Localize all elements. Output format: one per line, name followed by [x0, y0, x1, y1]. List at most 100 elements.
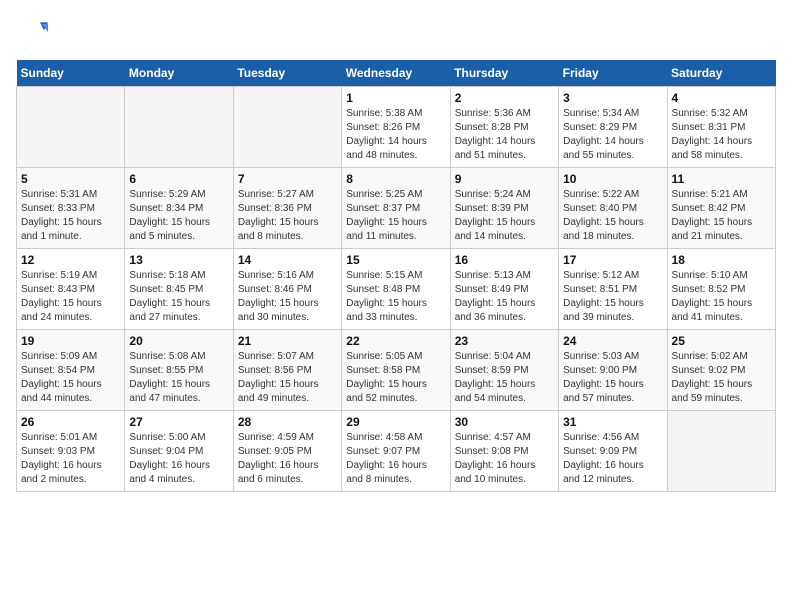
day-number: 16: [455, 253, 554, 267]
day-info: Sunrise: 5:09 AMSunset: 8:54 PMDaylight:…: [21, 350, 120, 406]
day-info: Sunrise: 5:36 AMSunset: 8:28 PMDaylight:…: [455, 107, 554, 163]
day-number: 11: [672, 172, 771, 186]
day-info: Sunrise: 5:22 AMSunset: 8:40 PMDaylight:…: [563, 188, 662, 244]
page-header: [16, 16, 776, 48]
day-info: Sunrise: 5:00 AMSunset: 9:04 PMDaylight:…: [129, 431, 228, 487]
day-number: 1: [346, 91, 445, 105]
day-cell: 7 Sunrise: 5:27 AMSunset: 8:36 PMDaylight…: [233, 168, 341, 249]
day-cell: 21 Sunrise: 5:07 AMSunset: 8:56 PMDayligh…: [233, 330, 341, 411]
day-cell: 31 Sunrise: 4:56 AMSunset: 9:09 PMDayligh…: [559, 411, 667, 492]
day-number: 5: [21, 172, 120, 186]
day-cell: 17Sunrise: 5:12 AMSunset: 8:51 PMDayligh…: [559, 249, 667, 330]
day-number: 10: [563, 172, 662, 186]
day-cell: 26 Sunrise: 5:01 AMSunset: 9:03 PMDayligh…: [17, 411, 125, 492]
day-cell: 30 Sunrise: 4:57 AMSunset: 9:08 PMDayligh…: [450, 411, 558, 492]
week-row-4: 19Sunrise: 5:09 AMSunset: 8:54 PMDayligh…: [17, 330, 776, 411]
day-number: 25: [672, 334, 771, 348]
day-number: 18: [672, 253, 771, 267]
calendar-table: SundayMondayTuesdayWednesdayThursdayFrid…: [16, 60, 776, 492]
weekday-header-wednesday: Wednesday: [342, 60, 450, 87]
day-cell: 29Sunrise: 4:58 AMSunset: 9:07 PMDayligh…: [342, 411, 450, 492]
day-info: Sunrise: 5:27 AMSunset: 8:36 PMDaylight:…: [238, 188, 337, 244]
day-cell: 14Sunrise: 5:16 AMSunset: 8:46 PMDayligh…: [233, 249, 341, 330]
day-cell: 4 Sunrise: 5:32 AMSunset: 8:31 PMDaylight…: [667, 87, 775, 168]
weekday-header-friday: Friday: [559, 60, 667, 87]
day-number: 31: [563, 415, 662, 429]
day-cell: 19Sunrise: 5:09 AMSunset: 8:54 PMDayligh…: [17, 330, 125, 411]
day-info: Sunrise: 5:03 AMSunset: 9:00 PMDaylight:…: [563, 350, 662, 406]
day-number: 21: [238, 334, 337, 348]
day-number: 26: [21, 415, 120, 429]
day-cell: [667, 411, 775, 492]
day-number: 28: [238, 415, 337, 429]
day-info: Sunrise: 5:19 AMSunset: 8:43 PMDaylight:…: [21, 269, 120, 325]
day-info: Sunrise: 5:15 AMSunset: 8:48 PMDaylight:…: [346, 269, 445, 325]
day-info: Sunrise: 5:05 AMSunset: 8:58 PMDaylight:…: [346, 350, 445, 406]
day-cell: 25 Sunrise: 5:02 AMSunset: 9:02 PMDayligh…: [667, 330, 775, 411]
day-info: Sunrise: 5:18 AMSunset: 8:45 PMDaylight:…: [129, 269, 228, 325]
weekday-header-monday: Monday: [125, 60, 233, 87]
day-number: 12: [21, 253, 120, 267]
day-info: Sunrise: 5:10 AMSunset: 8:52 PMDaylight:…: [672, 269, 771, 325]
week-row-2: 5 Sunrise: 5:31 AMSunset: 8:33 PMDaylight…: [17, 168, 776, 249]
day-info: Sunrise: 5:24 AMSunset: 8:39 PMDaylight:…: [455, 188, 554, 244]
day-cell: 23 Sunrise: 5:04 AMSunset: 8:59 PMDayligh…: [450, 330, 558, 411]
weekday-header-sunday: Sunday: [17, 60, 125, 87]
day-info: Sunrise: 5:07 AMSunset: 8:56 PMDaylight:…: [238, 350, 337, 406]
day-cell: 10 Sunrise: 5:22 AMSunset: 8:40 PMDayligh…: [559, 168, 667, 249]
day-number: 24: [563, 334, 662, 348]
weekday-header-tuesday: Tuesday: [233, 60, 341, 87]
weekday-header-row: SundayMondayTuesdayWednesdayThursdayFrid…: [17, 60, 776, 87]
day-cell: 28 Sunrise: 4:59 AMSunset: 9:05 PMDayligh…: [233, 411, 341, 492]
day-number: 15: [346, 253, 445, 267]
day-cell: 12 Sunrise: 5:19 AMSunset: 8:43 PMDayligh…: [17, 249, 125, 330]
day-number: 22: [346, 334, 445, 348]
day-cell: 22 Sunrise: 5:05 AMSunset: 8:58 PMDayligh…: [342, 330, 450, 411]
day-info: Sunrise: 5:25 AMSunset: 8:37 PMDaylight:…: [346, 188, 445, 244]
day-info: Sunrise: 4:59 AMSunset: 9:05 PMDaylight:…: [238, 431, 337, 487]
day-info: Sunrise: 5:38 AMSunset: 8:26 PMDaylight:…: [346, 107, 445, 163]
day-number: 8: [346, 172, 445, 186]
week-row-1: 1 Sunrise: 5:38 AMSunset: 8:26 PMDaylight…: [17, 87, 776, 168]
day-cell: 27 Sunrise: 5:00 AMSunset: 9:04 PMDayligh…: [125, 411, 233, 492]
day-number: 29: [346, 415, 445, 429]
day-info: Sunrise: 5:12 AMSunset: 8:51 PMDaylight:…: [563, 269, 662, 325]
day-info: Sunrise: 5:32 AMSunset: 8:31 PMDaylight:…: [672, 107, 771, 163]
day-info: Sunrise: 5:29 AMSunset: 8:34 PMDaylight:…: [129, 188, 228, 244]
day-info: Sunrise: 5:08 AMSunset: 8:55 PMDaylight:…: [129, 350, 228, 406]
day-cell: 8 Sunrise: 5:25 AMSunset: 8:37 PMDaylight…: [342, 168, 450, 249]
day-cell: 11Sunrise: 5:21 AMSunset: 8:42 PMDayligh…: [667, 168, 775, 249]
day-info: Sunrise: 5:04 AMSunset: 8:59 PMDaylight:…: [455, 350, 554, 406]
day-info: Sunrise: 4:57 AMSunset: 9:08 PMDaylight:…: [455, 431, 554, 487]
day-info: Sunrise: 5:02 AMSunset: 9:02 PMDaylight:…: [672, 350, 771, 406]
day-number: 30: [455, 415, 554, 429]
day-number: 9: [455, 172, 554, 186]
day-number: 23: [455, 334, 554, 348]
day-number: 3: [563, 91, 662, 105]
day-info: Sunrise: 5:13 AMSunset: 8:49 PMDaylight:…: [455, 269, 554, 325]
day-cell: 1 Sunrise: 5:38 AMSunset: 8:26 PMDaylight…: [342, 87, 450, 168]
day-info: Sunrise: 5:01 AMSunset: 9:03 PMDaylight:…: [21, 431, 120, 487]
day-cell: 2Sunrise: 5:36 AMSunset: 8:28 PMDaylight…: [450, 87, 558, 168]
day-number: 7: [238, 172, 337, 186]
day-info: Sunrise: 5:31 AMSunset: 8:33 PMDaylight:…: [21, 188, 120, 244]
day-cell: 15 Sunrise: 5:15 AMSunset: 8:48 PMDayligh…: [342, 249, 450, 330]
day-number: 4: [672, 91, 771, 105]
day-info: Sunrise: 5:16 AMSunset: 8:46 PMDaylight:…: [238, 269, 337, 325]
day-cell: 5 Sunrise: 5:31 AMSunset: 8:33 PMDaylight…: [17, 168, 125, 249]
day-cell: 16 Sunrise: 5:13 AMSunset: 8:49 PMDayligh…: [450, 249, 558, 330]
week-row-3: 12 Sunrise: 5:19 AMSunset: 8:43 PMDayligh…: [17, 249, 776, 330]
day-cell: 3Sunrise: 5:34 AMSunset: 8:29 PMDaylight…: [559, 87, 667, 168]
day-cell: [233, 87, 341, 168]
day-cell: 6 Sunrise: 5:29 AMSunset: 8:34 PMDaylight…: [125, 168, 233, 249]
day-info: Sunrise: 4:56 AMSunset: 9:09 PMDaylight:…: [563, 431, 662, 487]
day-number: 20: [129, 334, 228, 348]
day-number: 13: [129, 253, 228, 267]
week-row-5: 26 Sunrise: 5:01 AMSunset: 9:03 PMDayligh…: [17, 411, 776, 492]
weekday-header-saturday: Saturday: [667, 60, 775, 87]
day-number: 27: [129, 415, 228, 429]
logo: [16, 16, 52, 48]
day-cell: 18 Sunrise: 5:10 AMSunset: 8:52 PMDayligh…: [667, 249, 775, 330]
day-number: 6: [129, 172, 228, 186]
day-cell: [125, 87, 233, 168]
